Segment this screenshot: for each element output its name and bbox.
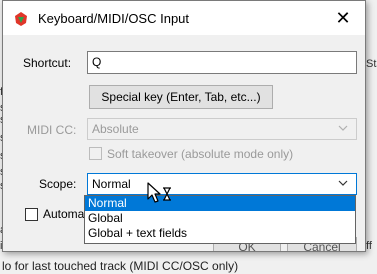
scope-option-global[interactable]: Global	[85, 211, 355, 226]
midi-cc-value: Absolute	[92, 122, 139, 136]
scope-option-normal[interactable]: Normal	[85, 196, 355, 211]
bg-status-text: lo for last touched track (MIDI CC/OSC o…	[2, 259, 239, 273]
automate-checkbox[interactable]	[25, 208, 38, 221]
soft-takeover-checkbox[interactable]	[89, 147, 102, 160]
scope-option-global-text-fields[interactable]: Global + text fields	[85, 226, 355, 241]
scope-label: Scope:	[39, 177, 77, 191]
midi-cc-select[interactable]: Absolute	[87, 118, 357, 140]
reaper-app-icon	[13, 11, 29, 27]
close-icon: ✕	[335, 7, 351, 28]
scope-value: Normal	[92, 177, 131, 191]
automate-label: Automat	[43, 207, 88, 221]
bg-fragment: ff	[366, 240, 372, 252]
shortcut-input[interactable]: Q	[87, 51, 357, 74]
chevron-down-icon	[338, 121, 348, 135]
dialog-titlebar: Keyboard/MIDI/OSC Input ✕	[3, 1, 365, 35]
busy-cursor-icon	[146, 182, 180, 206]
shortcut-label: Shortcut:	[23, 56, 72, 70]
special-key-button[interactable]: Special key (Enter, Tab, etc...)	[89, 85, 273, 109]
dialog-title: Keyboard/MIDI/OSC Input	[38, 11, 190, 26]
bg-fragment: Sta	[366, 58, 377, 70]
scope-dropdown-list: Normal Global Global + text fields	[84, 195, 356, 244]
close-button[interactable]: ✕	[321, 1, 365, 35]
soft-takeover-label: Soft takeover (absolute mode only)	[107, 147, 294, 161]
scope-select[interactable]: Normal	[87, 173, 357, 195]
chevron-down-icon	[338, 176, 348, 190]
midi-cc-label: MIDI CC:	[27, 123, 77, 137]
